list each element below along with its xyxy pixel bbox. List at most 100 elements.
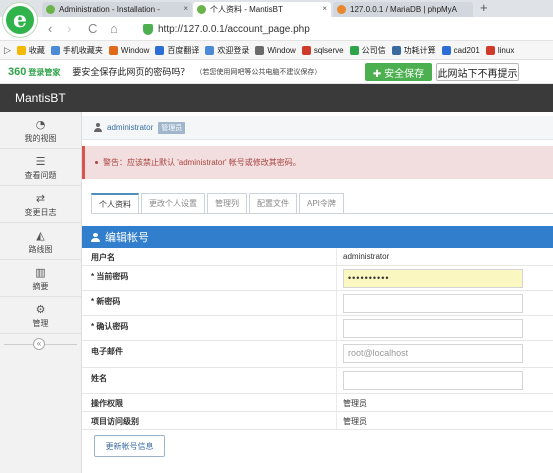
close-icon[interactable]: × — [183, 4, 188, 13]
warning-alert: 警告：应该禁止默认 'administrator' 帐号或修改其密码。 — [82, 146, 553, 179]
bookmark-item[interactable]: 手机收藏夹 — [50, 45, 103, 56]
browser-tab-installation[interactable]: Administration - Installation - × — [42, 2, 192, 17]
new-tab-button[interactable]: + — [480, 0, 488, 15]
collapse-arrow-icon[interactable]: « — [33, 338, 45, 350]
user-icon — [94, 123, 102, 132]
row-username: 用户名 administrator — [82, 248, 553, 266]
field-label: * 新密码 — [91, 297, 121, 306]
panel-title: 编辑帐号 — [105, 232, 149, 244]
back-button[interactable]: ‹ — [48, 21, 52, 36]
browser-logo-icon[interactable]: e — [3, 3, 37, 37]
tab-title: 127.0.0.1 / MariaDB | phpMyA — [350, 5, 458, 14]
username-value: administrator — [343, 252, 390, 261]
forward-button[interactable]: › — [67, 21, 71, 36]
email-field[interactable]: root@localhost — [343, 344, 523, 363]
field-label: * 当前密码 — [91, 272, 129, 281]
brand-360-logo: 360 登录管家 — [8, 65, 61, 78]
password-save-prompt: 360 登录管家 要安全保存此网页的密码吗？ （若您使用网吧等公共电脑不建议保存）… — [0, 60, 553, 84]
current-password-field[interactable]: •••••••••• — [343, 269, 523, 288]
sidebar-item-label: 变更日志 — [24, 208, 57, 217]
retweet-icon: ⇄ — [35, 192, 46, 205]
tab-api-tokens[interactable]: API令牌 — [299, 193, 344, 213]
tab-profiles[interactable]: 配置文件 — [249, 193, 297, 213]
browser-tab-phpmyadmin[interactable]: 127.0.0.1 / MariaDB | phpMyA — [333, 2, 473, 17]
bar-chart-icon: ▥ — [35, 266, 46, 279]
close-icon[interactable]: × — [322, 4, 327, 13]
sidebar-item-changelog[interactable]: ⇄ 变更日志 — [0, 186, 81, 223]
project-access-value: 管理员 — [343, 417, 367, 426]
row-confirm-password: * 确认密码 — [82, 316, 553, 341]
role-badge: 管理员 — [158, 121, 186, 134]
bookmark-item[interactable]: sqlserve — [301, 45, 344, 55]
home-button[interactable]: ⌂ — [110, 21, 118, 36]
breadcrumb-user-link[interactable]: administrator — [107, 123, 153, 132]
new-password-field[interactable] — [343, 294, 523, 313]
field-label: 用户名 — [91, 253, 115, 262]
bookmark-item[interactable]: linux — [485, 45, 514, 55]
url-field[interactable]: http://127.0.0.1/account_page.php — [143, 21, 548, 37]
prompt-note: （若您使用网吧等公共电脑不建议保存） — [195, 68, 322, 76]
never-prompt-button[interactable]: 此网站下不再提示 — [436, 63, 519, 81]
access-level-value: 管理员 — [343, 399, 367, 408]
bookmark-icon — [349, 45, 359, 55]
sidebar-toggle-icon[interactable]: ▷ — [4, 45, 11, 56]
browser-tab-profile[interactable]: 个人资料 - MantisBT × — [193, 2, 331, 17]
bookmark-item[interactable]: Window — [255, 45, 296, 55]
reload-button[interactable]: C — [88, 21, 97, 36]
sidebar-item-roadmap[interactable]: ◭ 路线图 — [0, 223, 81, 260]
sidebar-item-label: 我的视图 — [24, 134, 57, 143]
row-email: 电子邮件 root@localhost — [82, 341, 553, 368]
tab-profile[interactable]: 个人资料 — [91, 193, 139, 213]
bookmark-item[interactable]: 收藏 — [16, 45, 45, 56]
row-realname: 姓名 — [82, 368, 553, 394]
row-current-password: * 当前密码 •••••••••• — [82, 266, 553, 291]
realname-field[interactable] — [343, 371, 523, 390]
tab-preferences[interactable]: 更改个人设置 — [141, 193, 205, 213]
alert-text: 警告：应该禁止默认 'administrator' 帐号或修改其密码。 — [103, 158, 301, 167]
breadcrumb: administrator 管理员 — [82, 116, 553, 140]
panel-header: 编辑帐号 — [82, 226, 553, 248]
dashboard-icon: ◔ — [35, 118, 46, 131]
bookmark-icon — [155, 45, 165, 55]
bookmark-icon — [391, 45, 401, 55]
row-new-password: * 新密码 — [82, 291, 553, 316]
field-label: 操作权限 — [91, 399, 123, 408]
sidebar-item-view-issues[interactable]: ☰ 查看问题 — [0, 149, 81, 186]
bookmark-icon — [108, 45, 118, 55]
bookmark-icon — [301, 45, 311, 55]
url-text: http://127.0.0.1/account_page.php — [158, 23, 310, 35]
bookmark-item[interactable]: 百度翻译 — [155, 45, 199, 56]
app-header: MantisBT — [0, 84, 553, 112]
field-label: * 确认密码 — [91, 322, 129, 331]
tab-title: Administration - Installation - — [59, 5, 160, 14]
bookmark-item[interactable]: 欢迎登录 — [205, 45, 249, 56]
bookmark-icon — [205, 45, 215, 55]
safe-save-button[interactable]: ✚ 安全保存 — [365, 63, 432, 81]
star-icon — [16, 45, 26, 55]
tab-manage-columns[interactable]: 管理列 — [207, 193, 247, 213]
bookmark-item[interactable]: 功耗计算 — [391, 45, 436, 56]
sidebar-item-summary[interactable]: ▥ 摘要 — [0, 260, 81, 297]
sidebar-item-my-view[interactable]: ◔ 我的视图 — [0, 112, 81, 149]
confirm-password-field[interactable] — [343, 319, 523, 338]
field-label: 电子邮件 — [91, 347, 123, 356]
tabs-underline — [91, 213, 553, 214]
account-tabs: 个人资料 更改个人设置 管理列 配置文件 API令牌 — [91, 193, 346, 213]
update-account-button[interactable]: 更新帐号信息 — [94, 435, 165, 457]
bookmark-item[interactable]: cad201 — [441, 45, 480, 55]
sidebar: ◔ 我的视图 ☰ 查看问题 ⇄ 变更日志 ◭ 路线图 ▥ 摘要 ⚙ 管理 « — [0, 112, 82, 473]
sidebar-item-manage[interactable]: ⚙ 管理 — [0, 297, 81, 334]
phone-icon — [50, 45, 60, 55]
sidebar-collapse: « — [0, 337, 81, 351]
bookmark-item[interactable]: Window — [108, 45, 149, 55]
mantis-favicon-icon — [46, 5, 55, 14]
row-access-level: 操作权限 管理员 — [82, 394, 553, 412]
field-label: 项目访问级别 — [91, 417, 139, 426]
address-bar: ‹ › C ⌂ http://127.0.0.1/account_page.ph… — [0, 17, 553, 41]
mantis-favicon-icon — [197, 5, 206, 14]
secure-shield-icon — [143, 23, 153, 35]
tab-title: 个人资料 - MantisBT — [210, 5, 283, 14]
bookmark-item[interactable]: 公司信 — [349, 45, 386, 56]
app-name[interactable]: MantisBT — [15, 91, 66, 105]
bookmark-icon — [485, 45, 495, 55]
